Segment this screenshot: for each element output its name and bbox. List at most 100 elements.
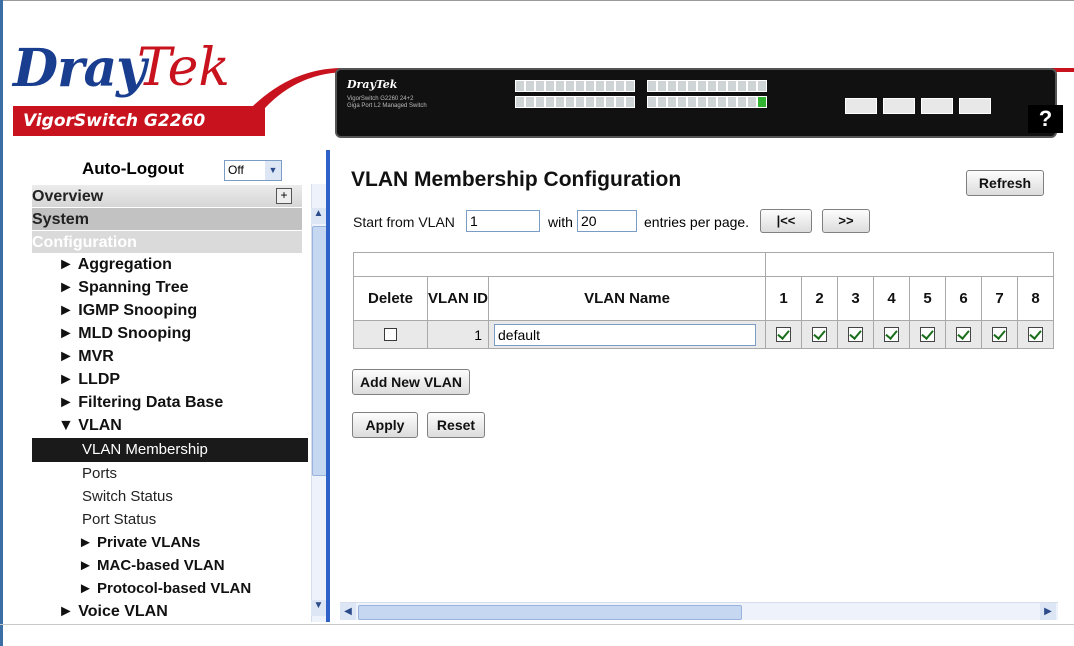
entries-per-page-input[interactable]: 20 xyxy=(577,210,637,232)
col-vlan-id: VLAN ID xyxy=(427,276,489,321)
device-port xyxy=(525,96,535,108)
vlan-name-cell: default xyxy=(488,320,766,349)
help-button[interactable]: ? xyxy=(1028,105,1063,133)
header: Dray Tek VigorSwitch G2260 DrayTek Vigor… xyxy=(3,38,1074,143)
col-port-3: 3 xyxy=(837,276,874,321)
nav-item-voice-vlan[interactable]: ► Voice VLAN xyxy=(58,603,168,621)
device-port xyxy=(535,80,545,92)
device-port xyxy=(605,96,615,108)
scroll-up-icon[interactable]: ▲ xyxy=(311,208,326,224)
vlan-id-cell: 1 xyxy=(427,320,489,349)
device-port xyxy=(737,80,747,92)
auto-logout-label: Auto-Logout xyxy=(82,159,184,178)
device-port xyxy=(595,80,605,92)
horizontal-scroll-thumb[interactable] xyxy=(358,605,742,620)
first-page-button[interactable]: |<< xyxy=(760,209,812,233)
nav-item-lldp[interactable]: ► LLDP xyxy=(58,371,120,389)
port-cell xyxy=(981,320,1018,349)
refresh-button[interactable]: Refresh xyxy=(966,170,1044,196)
window-top-border xyxy=(0,0,1074,1)
device-port xyxy=(647,96,657,108)
nav-item-vlan[interactable]: ▼ VLAN xyxy=(58,417,122,435)
device-port xyxy=(575,96,585,108)
nav-item-spanning-tree[interactable]: ► Spanning Tree xyxy=(58,279,189,297)
nav-item-private-vlans[interactable]: ► Private VLANs xyxy=(78,534,200,551)
device-port xyxy=(515,80,525,92)
entries-per-page-label: entries per page. xyxy=(644,214,750,230)
scroll-left-icon[interactable]: ◀ xyxy=(340,603,356,620)
port-8-member-checkbox[interactable] xyxy=(1028,326,1043,342)
col-port-8: 8 xyxy=(1017,276,1054,321)
nav-configuration[interactable]: Configuration xyxy=(32,231,302,253)
nav-item-port-status[interactable]: Port Status xyxy=(82,511,156,528)
device-port xyxy=(615,96,625,108)
port-7-member-checkbox[interactable] xyxy=(992,326,1007,342)
scroll-down-icon[interactable]: ▼ xyxy=(311,600,326,616)
nav-vlan-membership-label: VLAN Membership xyxy=(82,441,208,458)
add-new-vlan-button[interactable]: Add New VLAN xyxy=(352,369,470,395)
frame-divider[interactable] xyxy=(326,150,330,622)
nav-overview[interactable]: Overview xyxy=(32,185,302,207)
port-1-member-checkbox[interactable] xyxy=(776,326,791,342)
port-6-member-checkbox[interactable] xyxy=(956,326,971,342)
nav-item-vlan-membership[interactable]: VLAN Membership xyxy=(32,438,308,462)
col-port-5: 5 xyxy=(909,276,946,321)
col-port-1: 1 xyxy=(765,276,802,321)
expand-plus-icon[interactable]: + xyxy=(276,188,292,204)
device-sfp-port xyxy=(921,98,953,114)
col-port-2: 2 xyxy=(801,276,838,321)
vlan-name-input[interactable]: default xyxy=(494,323,756,346)
apply-button[interactable]: Apply xyxy=(352,412,418,438)
delete-checkbox[interactable] xyxy=(384,327,397,341)
port-2-member-checkbox[interactable] xyxy=(812,326,827,342)
port-cell xyxy=(801,320,838,349)
device-port xyxy=(525,80,535,92)
col-port-7: 7 xyxy=(981,276,1018,321)
port-cell xyxy=(909,320,946,349)
device-port xyxy=(757,96,767,108)
port-cell xyxy=(765,320,802,349)
nav-item-switch-status[interactable]: Switch Status xyxy=(82,488,173,505)
device-port xyxy=(657,96,667,108)
device-subtitle: VigorSwitch G2260 24+2 Giga Port L2 Mana… xyxy=(347,96,427,109)
device-port xyxy=(575,80,585,92)
delete-cell xyxy=(353,320,428,349)
nav-item-igmp-snooping[interactable]: ► IGMP Snooping xyxy=(58,302,197,320)
device-port xyxy=(717,96,727,108)
device-port xyxy=(545,96,555,108)
reset-button[interactable]: Reset xyxy=(427,412,485,438)
port-cell xyxy=(873,320,910,349)
horizontal-scrollbar[interactable]: ◀ ▶ xyxy=(340,602,1058,620)
next-page-button[interactable]: >> xyxy=(822,209,870,233)
model-name: VigorSwitch G2260 xyxy=(23,111,206,131)
device-port xyxy=(535,96,545,108)
port-cell xyxy=(1017,320,1054,349)
nav-item-mld-snooping[interactable]: ► MLD Snooping xyxy=(58,325,191,343)
bottom-border xyxy=(0,624,1074,625)
auto-logout-select[interactable]: Off ▼ xyxy=(224,160,282,181)
table-header-group-blank xyxy=(353,252,766,277)
nav-system[interactable]: System xyxy=(32,208,302,230)
nav-item-mvr[interactable]: ► MVR xyxy=(58,348,114,366)
nav-item-filtering-data-base[interactable]: ► Filtering Data Base xyxy=(58,394,223,412)
nav-item-aggregation[interactable]: ► Aggregation xyxy=(58,256,172,274)
device-port xyxy=(625,96,635,108)
col-port-4: 4 xyxy=(873,276,910,321)
nav-item-ports[interactable]: Ports xyxy=(82,465,117,482)
port-5-member-checkbox[interactable] xyxy=(920,326,935,342)
nav-item-mac-based-vlan[interactable]: ► MAC-based VLAN xyxy=(78,557,225,574)
port-4-member-checkbox[interactable] xyxy=(884,326,899,342)
start-from-label: Start from VLAN xyxy=(353,214,455,230)
device-port xyxy=(747,80,757,92)
device-port xyxy=(585,80,595,92)
device-port xyxy=(647,80,657,92)
start-vlan-input[interactable]: 1 xyxy=(466,210,540,232)
port-3-member-checkbox[interactable] xyxy=(848,326,863,342)
scroll-right-icon[interactable]: ▶ xyxy=(1040,603,1056,620)
device-port xyxy=(717,80,727,92)
device-port xyxy=(687,96,697,108)
device-logo: DrayTek xyxy=(347,78,398,91)
nav-system-label: System xyxy=(32,211,89,228)
device-port xyxy=(565,80,575,92)
nav-item-protocol-based-vlan[interactable]: ► Protocol-based VLAN xyxy=(78,580,251,597)
